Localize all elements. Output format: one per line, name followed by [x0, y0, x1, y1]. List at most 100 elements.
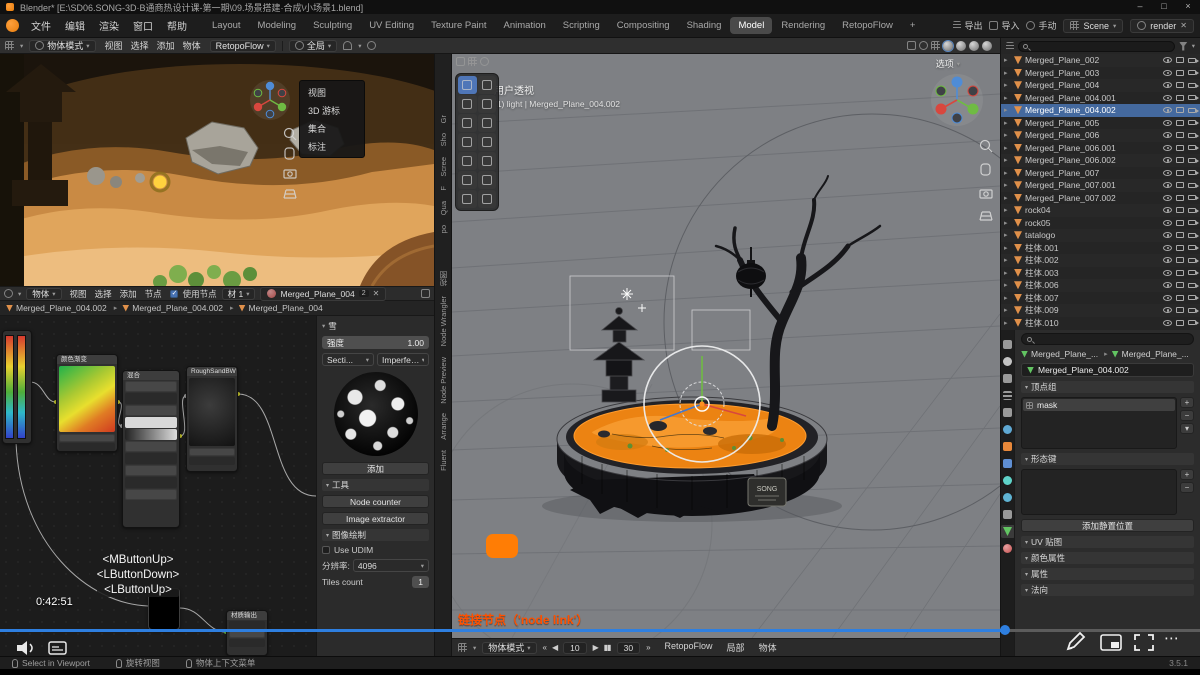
- window-control-button[interactable]: □: [1152, 0, 1176, 14]
- shading-material-icon[interactable]: [969, 41, 979, 51]
- properties-tab[interactable]: [1001, 440, 1015, 453]
- remove-item-button[interactable]: −: [1180, 410, 1194, 421]
- outliner-row[interactable]: ▸ Merged_Plane_004.001: [1001, 92, 1200, 105]
- sidebar-tab[interactable]: F: [438, 183, 449, 194]
- disable-viewport-icon[interactable]: [1176, 220, 1184, 226]
- hide-eye-icon[interactable]: [1163, 295, 1172, 301]
- disable-render-icon[interactable]: [1188, 120, 1196, 125]
- unlink-icon[interactable]: ✕: [1180, 21, 1187, 30]
- hide-eye-icon[interactable]: [1163, 132, 1172, 138]
- disable-viewport-icon[interactable]: [1176, 57, 1184, 63]
- popup-menu-item[interactable]: 3D 游标: [300, 101, 364, 119]
- hide-eye-icon[interactable]: [1163, 120, 1172, 126]
- disclosure-icon[interactable]: ▸: [1004, 206, 1011, 214]
- properties-search-input[interactable]: [1021, 333, 1194, 345]
- workspace-tab[interactable]: Modeling: [250, 17, 305, 34]
- disable-render-icon[interactable]: [1188, 308, 1196, 313]
- outliner-search-input[interactable]: [1018, 41, 1175, 52]
- disable-viewport-icon[interactable]: [1176, 307, 1184, 313]
- workspace-tab[interactable]: Sculpting: [305, 17, 360, 34]
- properties-tab[interactable]: [1001, 525, 1015, 538]
- properties-tab[interactable]: [1001, 389, 1015, 402]
- hide-eye-icon[interactable]: [1163, 320, 1172, 326]
- hide-eye-icon[interactable]: [1163, 107, 1172, 113]
- viewport-pivot-icon[interactable]: [480, 57, 489, 66]
- outliner-row[interactable]: ▸ 柱体.007: [1001, 292, 1200, 305]
- sidebar-tab[interactable]: Node Preview: [438, 354, 449, 407]
- image-node[interactable]: [148, 588, 180, 630]
- previous-frame-button[interactable]: ◀: [552, 643, 557, 652]
- brush-tool[interactable]: [458, 190, 477, 208]
- node-menu-item[interactable]: 选择: [92, 288, 115, 300]
- gizmo-toggle-icon[interactable]: [919, 41, 928, 50]
- disable-viewport-icon[interactable]: [1176, 120, 1184, 126]
- mix-node[interactable]: 混合: [122, 370, 180, 528]
- disclosure-icon[interactable]: ▸: [1004, 194, 1011, 202]
- add-item-button[interactable]: +: [1180, 469, 1194, 480]
- disable-render-icon[interactable]: [1188, 170, 1196, 175]
- use-nodes-checkbox[interactable]: [170, 290, 178, 298]
- measure-tool[interactable]: [458, 152, 477, 170]
- hide-eye-icon[interactable]: [1163, 232, 1172, 238]
- outliner-display-icon[interactable]: [1006, 42, 1014, 51]
- disclosure-icon[interactable]: ▸: [1004, 181, 1011, 189]
- sidebar-tab[interactable]: Fluent: [438, 447, 449, 474]
- hide-eye-icon[interactable]: [1163, 170, 1172, 176]
- import-button[interactable]: 导入: [989, 19, 1019, 32]
- disclosure-icon[interactable]: ▸: [1004, 94, 1011, 102]
- hide-eye-icon[interactable]: [1163, 57, 1172, 63]
- move-tool[interactable]: [478, 95, 497, 113]
- workspace-tab[interactable]: +: [902, 17, 924, 34]
- outliner-row[interactable]: ▸ 柱体.001: [1001, 242, 1200, 255]
- menu-item[interactable]: 编辑: [58, 16, 92, 35]
- node-editor-icon[interactable]: [4, 289, 13, 298]
- menu-item[interactable]: 渲染: [92, 16, 126, 35]
- frame-end-field[interactable]: 30: [617, 642, 640, 654]
- shape-keys-list[interactable]: [1021, 469, 1177, 515]
- disable-render-icon[interactable]: [1188, 58, 1196, 63]
- workspace-tab[interactable]: Texture Paint: [423, 17, 494, 34]
- hide-eye-icon[interactable]: [1163, 157, 1172, 163]
- sidebar-panel-header[interactable]: ▾雪: [322, 320, 429, 332]
- hide-eye-icon[interactable]: [1163, 70, 1172, 76]
- retopoflow-tool[interactable]: [478, 171, 497, 189]
- overlay-toggle-icon[interactable]: [907, 41, 916, 50]
- snap-magnet-icon[interactable]: [343, 41, 352, 50]
- disclosure-icon[interactable]: ▸: [1004, 319, 1011, 327]
- tweak-tool[interactable]: [458, 76, 477, 94]
- shape-keys-section[interactable]: 形态键: [1021, 453, 1194, 465]
- annotate-tool[interactable]: [478, 133, 497, 151]
- disclosure-icon[interactable]: ▸: [1004, 106, 1011, 114]
- properties-tab[interactable]: [1001, 508, 1015, 521]
- disclosure-icon[interactable]: ▸: [1004, 119, 1011, 127]
- outliner-row[interactable]: ▸ Merged_Plane_002: [1001, 54, 1200, 67]
- disable-viewport-icon[interactable]: [1176, 282, 1184, 288]
- disable-render-icon[interactable]: [1188, 183, 1196, 188]
- properties-tab[interactable]: [1001, 491, 1015, 504]
- disable-viewport-icon[interactable]: [1176, 207, 1184, 213]
- workspace-tab[interactable]: RetopoFlow: [834, 17, 901, 34]
- workspace-tab[interactable]: Layout: [204, 17, 249, 34]
- disable-render-icon[interactable]: [1188, 245, 1196, 250]
- node-counter-button[interactable]: Node counter: [322, 495, 429, 508]
- menu-item[interactable]: 文件: [24, 16, 58, 35]
- sidebar-tab[interactable]: Node Wrangler: [438, 293, 449, 349]
- resolution-dropdown[interactable]: 4096▾: [353, 559, 429, 572]
- disable-render-icon[interactable]: [1188, 133, 1196, 138]
- jump-to-start-button[interactable]: «: [543, 643, 546, 652]
- export-button[interactable]: 导出: [953, 19, 982, 32]
- outliner-row[interactable]: ▸ Merged_Plane_004: [1001, 79, 1200, 92]
- node-menu-item[interactable]: 添加: [117, 288, 140, 300]
- disclosure-icon[interactable]: ▸: [1004, 169, 1011, 177]
- disable-viewport-icon[interactable]: [1176, 145, 1184, 151]
- properties-tab[interactable]: [1001, 423, 1015, 436]
- properties-tab[interactable]: [1001, 474, 1015, 487]
- disclosure-icon[interactable]: ▸: [1004, 256, 1011, 264]
- outliner-row[interactable]: ▸ Merged_Plane_007: [1001, 167, 1200, 180]
- hide-eye-icon[interactable]: [1163, 195, 1172, 201]
- popup-menu-item[interactable]: 标注: [300, 137, 364, 155]
- orientation-dropdown[interactable]: 全局▾: [289, 40, 337, 52]
- disable-render-icon[interactable]: [1188, 95, 1196, 100]
- workspace-tab[interactable]: UV Editing: [361, 17, 422, 34]
- texture-preview-sphere[interactable]: [334, 372, 418, 456]
